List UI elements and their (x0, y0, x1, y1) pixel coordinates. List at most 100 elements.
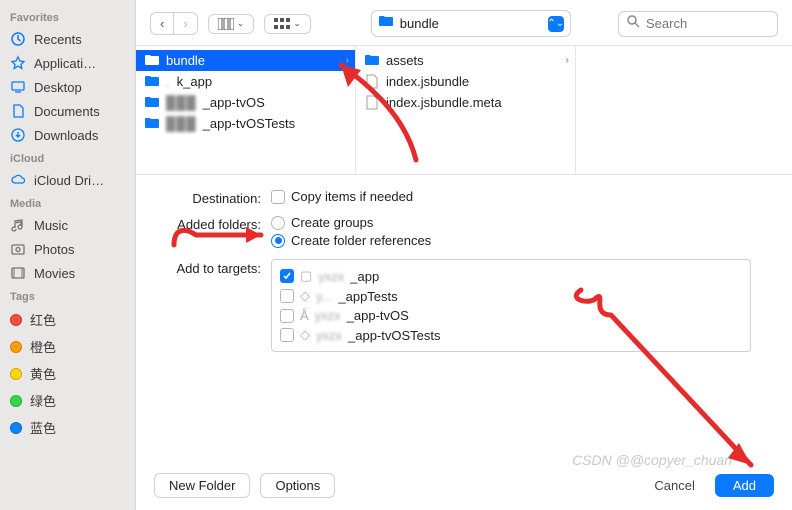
file-row-bundle[interactable]: bundle › (136, 50, 355, 71)
folder-icon (364, 54, 380, 67)
target-row[interactable]: ◇yxzx_app-tvOSTests (280, 325, 742, 345)
checkbox-icon (271, 190, 285, 204)
tag-dot-icon (10, 368, 22, 380)
sidebar-item-applications[interactable]: Applicati… (0, 51, 135, 75)
tag-dot-icon (10, 314, 22, 326)
label: 绿色 (30, 391, 56, 410)
target-icon: ◇ (300, 327, 310, 343)
label: bundle (166, 53, 205, 68)
chevron-right-icon: › (346, 55, 349, 66)
file-row[interactable]: ███_app-tvOSTests (136, 113, 355, 134)
create-groups-option[interactable]: Create groups (271, 215, 431, 230)
label: Movies (34, 266, 75, 281)
sidebar-item-movies[interactable]: Movies (0, 261, 135, 285)
view-columns-button[interactable]: ⌄ (208, 14, 255, 34)
label: 蓝色 (30, 418, 56, 437)
target-row[interactable]: ◇y..._appTests (280, 286, 742, 306)
toolbar: ‹ › ⌄ ⌄ bundle ⌃⌄ (136, 0, 792, 45)
search-field[interactable] (618, 11, 778, 37)
checkbox-icon (280, 328, 294, 342)
clock-icon (10, 31, 26, 47)
browser-column-2: assets› index.jsbundle index.jsbundle.me… (356, 46, 576, 174)
tag-dot-icon (10, 341, 22, 353)
file-icon (364, 74, 380, 89)
chevron-right-icon: › (566, 55, 569, 66)
sidebar-item-recents[interactable]: Recents (0, 27, 135, 51)
add-button[interactable]: Add (715, 474, 774, 497)
label: 红色 (30, 310, 56, 329)
sidebar-item-downloads[interactable]: Downloads (0, 123, 135, 147)
folder-icon (144, 54, 160, 67)
create-refs-option[interactable]: Create folder references (271, 233, 431, 248)
file-browser: bundle › . k_app ███_app-tvOS ███_app-tvO… (136, 45, 792, 175)
radio-icon (271, 234, 285, 248)
label: 橙色 (30, 337, 56, 356)
label: _app (350, 269, 379, 284)
tag-yellow[interactable]: 黄色 (0, 360, 135, 387)
checkbox-icon (280, 289, 294, 303)
options-button[interactable]: Options (260, 473, 335, 498)
file-row[interactable]: ███_app-tvOS (136, 92, 355, 113)
file-row[interactable]: index.jsbundle.meta (356, 92, 575, 113)
label: Music (34, 218, 68, 233)
label: _app-tvOS (347, 308, 409, 323)
forward-button[interactable]: › (173, 13, 196, 34)
tag-red[interactable]: 红色 (0, 306, 135, 333)
targets-list: ▢yxzx_app ◇y..._appTests Åyxzx_app-tvOS … (271, 259, 751, 352)
movie-icon (10, 265, 26, 281)
main: ‹ › ⌄ ⌄ bundle ⌃⌄ bundle › . k_app ███_ap… (136, 0, 792, 510)
tag-green[interactable]: 绿色 (0, 387, 135, 414)
label: Create groups (291, 215, 373, 230)
sidebar-item-documents[interactable]: Documents (0, 99, 135, 123)
destination-label: Destination: (156, 189, 271, 206)
section-media: Media (0, 192, 135, 213)
target-icon: Å (300, 308, 309, 323)
section-tags: Tags (0, 285, 135, 306)
folder-icon (378, 14, 394, 33)
copy-items-option[interactable]: Copy items if needed (271, 189, 413, 204)
sidebar-item-desktop[interactable]: Desktop (0, 75, 135, 99)
doc-icon (10, 103, 26, 119)
folder-icon (144, 96, 160, 109)
label: Desktop (34, 80, 82, 95)
radio-icon (271, 216, 285, 230)
path-popup[interactable]: bundle ⌃⌄ (371, 10, 571, 37)
file-row[interactable]: . k_app (136, 71, 355, 92)
folder-icon (144, 117, 160, 130)
add-targets-label: Add to targets: (156, 259, 271, 276)
options-form: Destination: Copy items if needed Added … (136, 175, 792, 360)
sidebar-item-photos[interactable]: Photos (0, 237, 135, 261)
footer: New Folder Options Cancel Add (136, 461, 792, 510)
target-icon: ◇ (300, 288, 310, 304)
sidebar-item-icloud[interactable]: iCloud Dri… (0, 168, 135, 192)
sidebar: Favorites Recents Applicati… Desktop Doc… (0, 0, 136, 510)
tag-blue[interactable]: 蓝色 (0, 414, 135, 441)
music-icon (10, 217, 26, 233)
label: index.jsbundle (386, 74, 469, 89)
app-icon (10, 55, 26, 71)
label: Applicati… (34, 56, 96, 71)
cancel-button[interactable]: Cancel (644, 474, 704, 497)
search-input[interactable] (646, 16, 769, 31)
label: Copy items if needed (291, 189, 413, 204)
label: Downloads (34, 128, 98, 143)
cloud-icon (10, 172, 26, 188)
target-icon: ▢ (300, 268, 312, 284)
target-row[interactable]: Åyxzx_app-tvOS (280, 306, 742, 325)
back-button[interactable]: ‹ (151, 13, 173, 34)
nav-segment: ‹ › (150, 12, 198, 35)
tag-dot-icon (10, 422, 22, 434)
file-row[interactable]: index.jsbundle (356, 71, 575, 92)
sidebar-item-music[interactable]: Music (0, 213, 135, 237)
label: _appTests (338, 289, 397, 304)
browser-column-1: bundle › . k_app ███_app-tvOS ███_app-tvO… (136, 46, 356, 174)
file-icon (364, 95, 380, 110)
file-row-assets[interactable]: assets› (356, 50, 575, 71)
search-icon (627, 15, 640, 33)
label: _app-tvOSTests (348, 328, 441, 343)
tag-orange[interactable]: 橙色 (0, 333, 135, 360)
new-folder-button[interactable]: New Folder (154, 473, 250, 498)
target-row[interactable]: ▢yxzx_app (280, 266, 742, 286)
group-by-button[interactable]: ⌄ (264, 14, 311, 34)
section-icloud: iCloud (0, 147, 135, 168)
